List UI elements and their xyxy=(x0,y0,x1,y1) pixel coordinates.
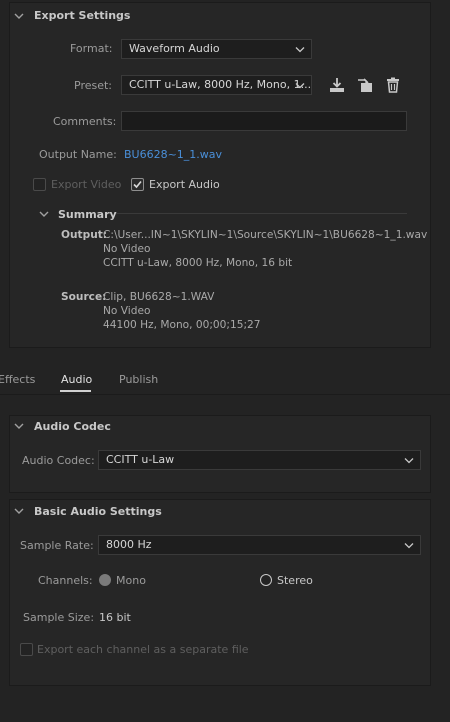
stereo-radio[interactable] xyxy=(260,574,272,586)
sample-size-label: Sample Size: xyxy=(23,611,95,624)
format-dropdown[interactable]: Waveform Audio xyxy=(121,39,312,59)
audio-codec-label: Audio Codec: xyxy=(22,454,95,467)
chevron-down-icon[interactable] xyxy=(13,505,25,517)
chevron-down-icon[interactable] xyxy=(13,10,25,22)
export-settings-title: Export Settings xyxy=(34,9,131,22)
summary-output-label: Output: xyxy=(61,229,108,241)
summary-output-line: CCITT u-Law, 8000 Hz, Mono, 16 bit xyxy=(103,257,293,269)
export-audio-label: Export Audio xyxy=(149,178,220,191)
comments-input[interactable] xyxy=(121,111,407,131)
delete-preset-icon[interactable] xyxy=(384,76,402,94)
basic-audio-title: Basic Audio Settings xyxy=(34,505,162,518)
chevron-down-icon xyxy=(295,47,305,53)
chevron-down-icon[interactable] xyxy=(38,208,50,220)
basic-audio-panel xyxy=(9,499,431,686)
audio-codec-dropdown[interactable]: CCITT u-Law xyxy=(98,450,421,470)
sample-size-value: 16 bit xyxy=(99,611,131,624)
save-preset-icon[interactable] xyxy=(328,76,346,94)
format-value: Waveform Audio xyxy=(129,42,220,55)
stereo-label: Stereo xyxy=(277,574,313,587)
tab-audio[interactable]: Audio xyxy=(61,373,92,386)
tab-effects[interactable]: Effects xyxy=(0,373,35,386)
sample-rate-value: 8000 Hz xyxy=(106,538,152,551)
import-preset-icon[interactable] xyxy=(356,76,374,94)
format-label: Format: xyxy=(70,42,113,55)
separate-file-label: Export each channel as a separate file xyxy=(37,643,249,656)
summary-output-line: C:\User...IN~1\SKYLIN~1\Source\SKYLIN~1\… xyxy=(103,229,428,241)
mono-radio[interactable] xyxy=(99,574,111,586)
preset-value: CCITT u-Law, 8000 Hz, Mono, 1... xyxy=(129,78,312,91)
preset-dropdown[interactable]: CCITT u-Law, 8000 Hz, Mono, 1... xyxy=(121,75,312,95)
tab-divider xyxy=(0,394,450,395)
channels-label: Channels: xyxy=(38,574,93,587)
chevron-down-icon xyxy=(404,458,414,464)
export-audio-checkbox[interactable] xyxy=(131,178,144,191)
audio-codec-title: Audio Codec xyxy=(34,420,111,433)
tab-publish[interactable]: Publish xyxy=(119,373,158,386)
chevron-down-icon xyxy=(295,83,305,89)
summary-source-line: 44100 Hz, Mono, 00;00;15;27 xyxy=(103,319,261,331)
separate-file-checkbox[interactable] xyxy=(20,643,33,656)
summary-source-label: Source: xyxy=(61,291,107,303)
comments-label: Comments: xyxy=(53,115,117,128)
checkmark-icon xyxy=(133,180,142,189)
output-name-link[interactable]: BU6628~1_1.wav xyxy=(124,148,222,161)
audio-codec-value: CCITT u-Law xyxy=(106,453,175,466)
chevron-down-icon xyxy=(404,543,414,549)
summary-source-line: Clip, BU6628~1.WAV xyxy=(103,291,215,303)
export-video-label: Export Video xyxy=(51,178,122,191)
export-video-checkbox[interactable] xyxy=(33,178,46,191)
summary-source-line: No Video xyxy=(103,305,151,317)
summary-output-line: No Video xyxy=(103,243,151,255)
summary-divider xyxy=(116,213,407,214)
summary-title: Summary xyxy=(58,208,117,221)
tab-audio-underline xyxy=(60,390,91,392)
sample-rate-dropdown[interactable]: 8000 Hz xyxy=(98,535,421,555)
chevron-down-icon[interactable] xyxy=(13,420,25,432)
preset-label: Preset: xyxy=(74,79,113,92)
mono-label: Mono xyxy=(116,574,146,587)
sample-rate-label: Sample Rate: xyxy=(20,539,94,552)
output-name-label: Output Name: xyxy=(39,148,117,161)
